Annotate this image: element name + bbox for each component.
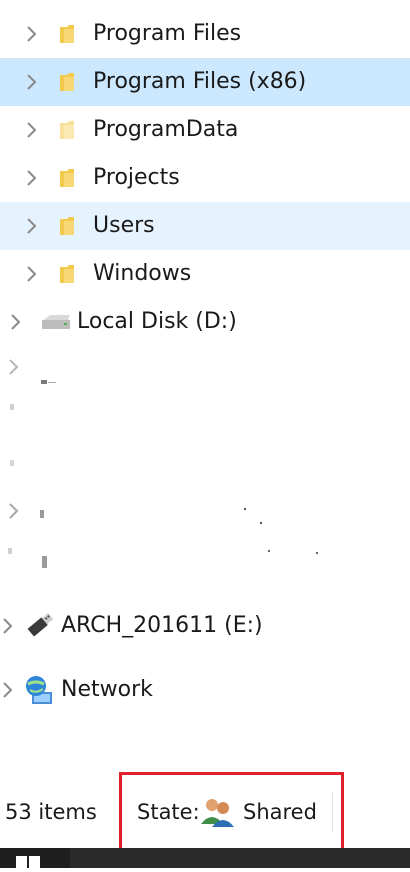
chevron-right-icon (8, 358, 20, 380)
tree-item-network[interactable]: Network (0, 666, 410, 714)
drive-icon (40, 372, 58, 391)
hidden-folder-icon (58, 119, 84, 141)
folder-icon (58, 71, 84, 93)
chevron-right-icon[interactable] (20, 118, 44, 142)
network-icon (24, 674, 56, 706)
tree-item-label: ARCH_201611 (E:) (61, 613, 263, 638)
tree-item-users[interactable]: Users (0, 202, 410, 250)
tree-item-program-files[interactable]: Program Files (0, 10, 410, 58)
tree-item-arch-usb-e[interactable]: ARCH_201611 (E:) (0, 602, 410, 650)
tree-item-label: Program Files (x86) (93, 69, 307, 94)
tree-item-label: ProgramData (93, 117, 239, 142)
chevron-right-icon[interactable] (0, 614, 20, 638)
tree-item-label: Users (93, 213, 155, 238)
folder-icon (58, 23, 84, 45)
chevron-right-icon[interactable] (4, 310, 28, 334)
chevron-right-icon[interactable] (20, 214, 44, 238)
folder-icon (58, 215, 84, 237)
chevron-right-icon (8, 502, 20, 524)
blurred-mark (10, 460, 14, 466)
hard-drive-icon (40, 314, 72, 332)
chevron-right-icon[interactable] (20, 70, 44, 94)
usb-drive-icon (24, 611, 56, 639)
blurred-mark (260, 522, 262, 524)
tree-item-program-files-x86[interactable]: Program Files (x86) (0, 58, 410, 106)
blurred-mark (8, 548, 12, 554)
tree-item-label: Network (61, 677, 153, 702)
folder-icon (58, 263, 84, 285)
folder-icon (58, 167, 84, 189)
blurred-mark (40, 510, 44, 518)
chevron-right-icon[interactable] (0, 678, 20, 702)
tree-item-label: Windows (93, 261, 192, 286)
blurred-mark (10, 404, 14, 410)
blurred-mark (244, 508, 246, 510)
taskbar-app[interactable] (70, 848, 410, 868)
chevron-right-icon[interactable] (20, 262, 44, 286)
blurred-mark (42, 556, 47, 568)
item-count: 53 items (5, 800, 97, 824)
tree-item-local-disk-d[interactable]: Local Disk (D:) (0, 298, 410, 346)
chevron-right-icon[interactable] (20, 166, 44, 190)
blurred-mark (268, 550, 270, 552)
windows-start-icon[interactable] (14, 852, 42, 868)
highlight-box (119, 772, 344, 852)
tree-item-label: Local Disk (D:) (77, 309, 237, 334)
tree-item-label: Projects (93, 165, 180, 190)
tree-item-programdata[interactable]: ProgramData (0, 106, 410, 154)
tree-item-windows[interactable]: Windows (0, 250, 410, 298)
tree-item-projects[interactable]: Projects (0, 154, 410, 202)
blurred-mark (316, 552, 318, 554)
chevron-right-icon[interactable] (20, 22, 44, 46)
tree-item-label: Program Files (93, 21, 242, 46)
